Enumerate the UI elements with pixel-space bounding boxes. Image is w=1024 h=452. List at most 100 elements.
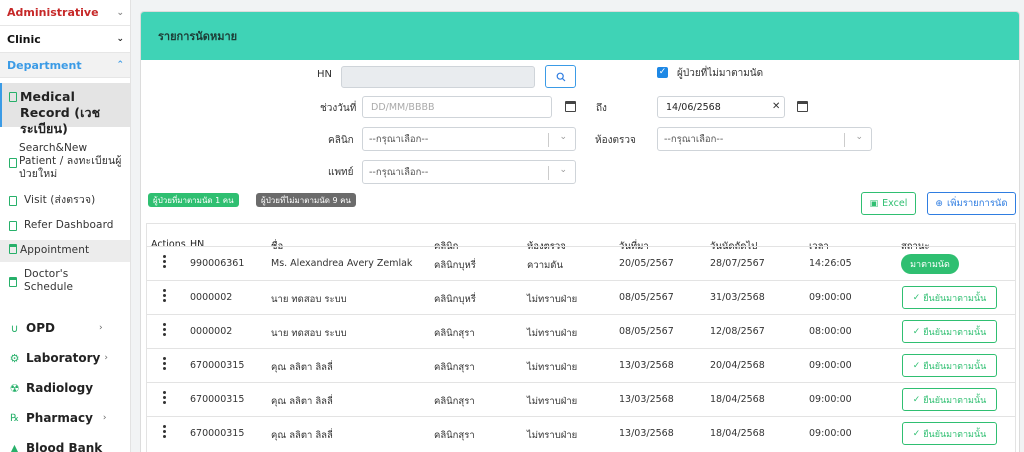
cell-room: ไม่ทราบฝ่าย	[527, 294, 578, 305]
sidebar-section-clinic[interactable]: Clinic ⌄	[0, 26, 130, 53]
sidebar-item-label: Visit (ส่งตรวจ)	[24, 194, 96, 206]
sidebar-group-label: Radiology	[26, 381, 94, 395]
cell-next-date: 28/07/2567	[710, 258, 765, 269]
sidebar-group-label: OPD	[26, 321, 55, 335]
document-icon	[9, 221, 17, 231]
cell-hn: 670000315	[190, 360, 245, 371]
table-row[interactable]: 0000002 นาย ทดสอบ ระบบ คลินิกบุหรี่ ไม่ท…	[146, 280, 1016, 314]
excel-button-label: Excel	[882, 198, 908, 209]
cell-name: คุณ ลลิตา ลิลลี่	[271, 430, 333, 441]
table-row[interactable]: 670000315 คุณ ลลิตา ลิลลี่ คลินิกสุรา ไม…	[146, 348, 1016, 382]
stethoscope-icon: ∪	[10, 321, 19, 335]
cell-time: 09:00:00	[809, 428, 852, 439]
sidebar-group-laboratory[interactable]: ⚙ Laboratory ›	[0, 350, 130, 366]
cell-time: 14:26:05	[809, 258, 852, 269]
sidebar-item-visit[interactable]: Visit (ส่งตรวจ)	[0, 194, 130, 212]
sidebar-section-administrative[interactable]: Administrative ⌄	[0, 0, 130, 26]
clear-icon[interactable]: ✕	[772, 101, 780, 112]
confirm-attended-button[interactable]: ✓ ยืนยันมาตามนั้น	[902, 320, 997, 343]
cell-visit-date: 13/03/2568	[619, 428, 674, 439]
select-divider	[548, 166, 549, 180]
absent-checkbox-label: ผู้ป่วยที่ไม่มาตามนัด	[677, 68, 764, 79]
chevron-down-icon: ⌄	[855, 132, 863, 142]
table-row[interactable]: 670000315 คุณ ลลิตา ลิลลี่ คลินิกสุรา ไม…	[146, 382, 1016, 416]
plus-circle-icon: ⊕	[935, 198, 943, 209]
sidebar-item-medical-record[interactable]: Medical Record (เวชระเบียน)	[0, 83, 130, 136]
confirm-attended-label: ยืนยันมาตามนั้น	[923, 395, 987, 406]
sidebar-section-label: Department	[7, 58, 82, 72]
confirm-attended-label: ยืนยันมาตามนั้น	[923, 429, 987, 440]
sidebar-group-label: Laboratory	[26, 351, 101, 365]
cell-clinic: คลินิกสุรา	[434, 430, 475, 441]
attended-count-badge: ผู้ป่วยที่มาตามนัด 1 คน	[148, 193, 239, 207]
cell-name: Ms. Alexandrea Avery Zemlak	[271, 258, 413, 269]
table-row[interactable]: 990006361 Ms. Alexandrea Avery Zemlak คล…	[146, 246, 1016, 280]
sidebar-item-refer-dashboard[interactable]: Refer Dashboard	[0, 219, 130, 237]
doctor-select[interactable]: --กรุณาเลือก-- ⌄	[362, 160, 576, 184]
chevron-down-icon: ⌄	[559, 165, 567, 175]
confirm-attended-button[interactable]: ✓ ยืนยันมาตามนั้น	[902, 354, 997, 377]
sidebar-section-department[interactable]: Department ⌃	[0, 53, 130, 78]
sidebar-item-appointment[interactable]: Appointment	[0, 240, 130, 262]
sidebar-group-opd[interactable]: ∪ OPD ›	[0, 320, 130, 336]
absent-checkbox[interactable]: ✓	[657, 67, 668, 78]
status-badge: มาตามนัด	[901, 254, 959, 274]
hn-input[interactable]	[341, 66, 535, 88]
chevron-right-icon: ›	[104, 353, 108, 363]
cell-name: นาย ทดสอบ ระบบ	[271, 294, 347, 305]
cell-time: 09:00:00	[809, 360, 852, 371]
sidebar-item-label: Refer Dashboard	[24, 219, 114, 231]
date-to-input[interactable]: 14/06/2568	[657, 96, 785, 118]
check-circle-icon: ✓	[912, 360, 921, 371]
clinic-select[interactable]: --กรุณาเลือก-- ⌄	[362, 127, 576, 151]
cell-name: คุณ ลลิตา ลิลลี่	[271, 362, 333, 373]
calendar-icon[interactable]	[797, 101, 808, 112]
appointment-panel: รายการนัดหมาย HN ✓ ผู้ป่วยที่ไม่มาตามนัด…	[140, 11, 1020, 452]
cell-clinic: คลินิกบุหรี่	[434, 294, 476, 305]
confirm-attended-button[interactable]: ✓ ยืนยันมาตามนั้น	[902, 286, 997, 309]
more-vertical-icon[interactable]	[163, 391, 166, 404]
date-from-input[interactable]: DD/MM/BBBB	[362, 96, 552, 118]
calendar-icon[interactable]	[565, 101, 576, 112]
sidebar-item-doctor-schedule[interactable]: Doctor's Schedule	[0, 268, 130, 298]
more-vertical-icon[interactable]	[163, 357, 166, 370]
search-button[interactable]	[545, 65, 576, 88]
more-vertical-icon[interactable]	[163, 425, 166, 438]
clinic-select-value: --กรุณาเลือก--	[369, 133, 429, 145]
more-vertical-icon[interactable]	[163, 323, 166, 336]
more-vertical-icon[interactable]	[163, 289, 166, 302]
confirm-attended-label: ยืนยันมาตามนั้น	[923, 327, 987, 338]
excel-button[interactable]: ▣ Excel	[861, 192, 916, 215]
document-icon	[9, 92, 17, 102]
sidebar-group-blood-bank[interactable]: ▲ Blood Bank	[0, 440, 130, 452]
doctor-label: แพทย์	[328, 167, 354, 178]
chevron-down-icon: ⌄	[116, 7, 124, 18]
sidebar-group-radiology[interactable]: ☢ Radiology	[0, 380, 130, 396]
sidebar-item-label: Search&New Patient / ลงทะเบียนผู้ป่วยใหม…	[19, 142, 122, 180]
cell-time: 09:00:00	[809, 394, 852, 405]
table-row[interactable]: 670000315 คุณ ลลิตา ลิลลี่ คลินิกสุรา ไม…	[146, 416, 1016, 450]
more-vertical-icon[interactable]	[163, 255, 166, 268]
room-select[interactable]: --กรุณาเลือก-- ⌄	[657, 127, 872, 151]
cell-room: ไม่ทราบฝ่าย	[527, 396, 578, 407]
chevron-right-icon: ›	[98, 323, 103, 333]
cell-next-date: 18/04/2568	[710, 428, 765, 439]
table-row[interactable]: 0000002 นาย ทดสอบ ระบบ คลินิกสุรา ไม่ทรา…	[146, 314, 1016, 348]
sidebar-group-pharmacy[interactable]: ℞ Pharmacy ›	[0, 410, 130, 426]
sidebar-group-label: Blood Bank	[26, 441, 103, 452]
add-appointment-button-label: เพิ่มรายการนัด	[946, 198, 1008, 209]
check-circle-icon: ✓	[912, 326, 921, 337]
prescription-icon: ℞	[10, 412, 19, 424]
cell-hn: 0000002	[190, 326, 233, 337]
cell-room: ความดัน	[527, 260, 563, 271]
cell-room: ไม่ทราบฝ่าย	[527, 362, 578, 373]
add-appointment-button[interactable]: ⊕ เพิ่มรายการนัด	[927, 192, 1016, 215]
doctor-select-value: --กรุณาเลือก--	[369, 166, 429, 178]
confirm-attended-button[interactable]: ✓ ยืนยันมาตามนั้น	[902, 422, 997, 445]
cell-visit-date: 20/05/2567	[619, 258, 674, 269]
sidebar-item-search-new-patient[interactable]: Search&New Patient / ลงทะเบียนผู้ป่วยใหม…	[0, 142, 130, 184]
sidebar-section-label: Administrative	[7, 6, 99, 19]
cell-visit-date: 08/05/2567	[619, 292, 674, 303]
panel-header: รายการนัดหมาย	[141, 12, 1019, 60]
confirm-attended-button[interactable]: ✓ ยืนยันมาตามนั้น	[902, 388, 997, 411]
